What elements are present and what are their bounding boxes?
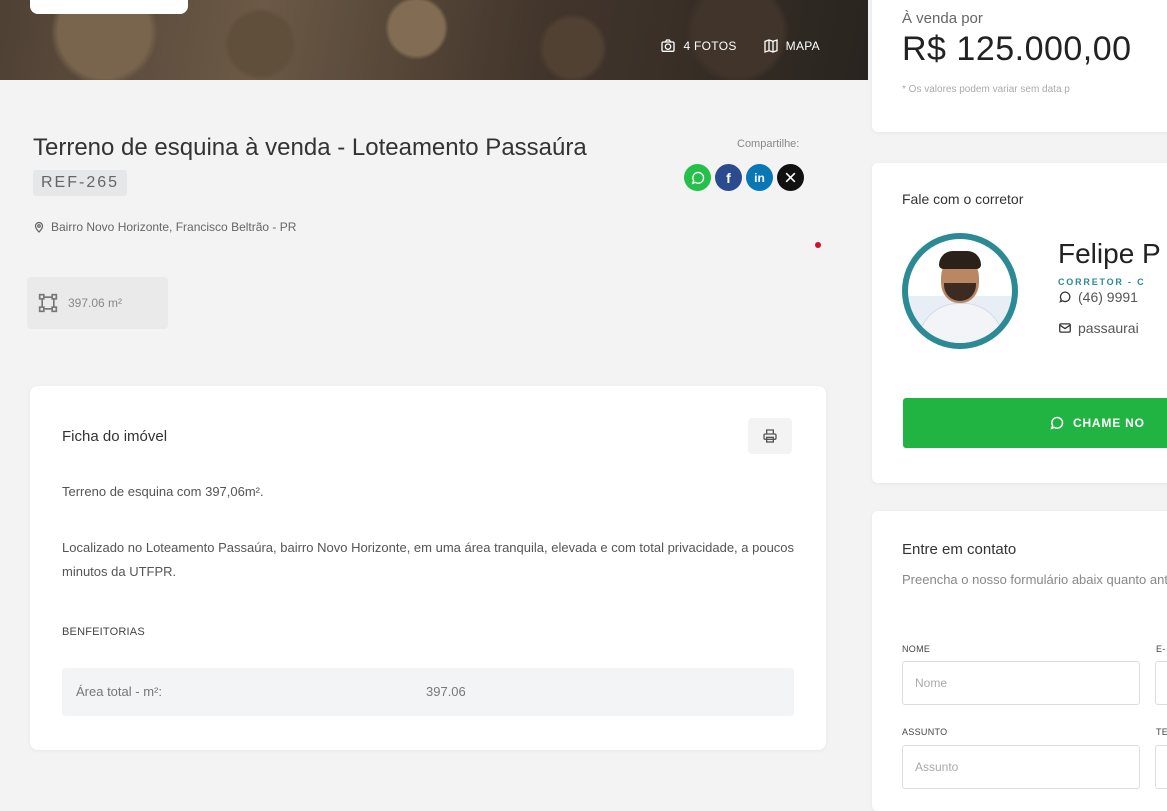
name-label: NOME xyxy=(902,644,931,654)
photos-button[interactable]: 4 FOTOS xyxy=(660,38,736,54)
map-button[interactable]: MAPA xyxy=(763,38,820,54)
feature-row: Área total - m²: 397.06 xyxy=(62,668,794,716)
property-sheet: Ficha do imóvel Terreno de esquina com 3… xyxy=(30,386,826,750)
area-icon xyxy=(38,293,58,313)
whatsapp-share-button[interactable] xyxy=(684,164,711,191)
x-icon xyxy=(785,172,796,183)
contact-form-card: Entre em contato Preencha o nosso formul… xyxy=(872,511,1167,811)
print-button[interactable] xyxy=(748,418,792,454)
cta-label: CHAME NO xyxy=(1073,416,1145,430)
photo-shirt xyxy=(918,303,1004,343)
agent-role: CORRETOR - C xyxy=(1058,277,1146,287)
agent-photo xyxy=(908,239,1012,343)
description-paragraph: Localizado no Loteamento Passaúra, bairr… xyxy=(62,540,795,579)
ref-badge: REF-265 xyxy=(33,170,128,196)
name-input[interactable] xyxy=(902,661,1140,705)
area-feature: 397.06 m² xyxy=(27,277,168,329)
envelope-icon xyxy=(1059,323,1071,333)
share-label: Compartilhe: xyxy=(737,138,800,150)
linkedin-share-button[interactable]: in xyxy=(746,164,773,191)
feature-label: Área total - m²: xyxy=(76,684,162,699)
email-input[interactable] xyxy=(1155,661,1167,705)
subject-input[interactable] xyxy=(902,745,1140,789)
form-title: Entre em contato xyxy=(902,541,1017,558)
agent-email-text: passaurai xyxy=(1078,320,1139,336)
description-paragraph: Terreno de esquina com 397,06m². xyxy=(62,484,264,499)
status-dot xyxy=(815,242,821,248)
area-value: 397.06 m² xyxy=(68,296,123,310)
linkedin-icon: in xyxy=(754,170,765,185)
whatsapp-icon xyxy=(1059,291,1071,303)
camera-icon xyxy=(661,39,676,52)
location: Bairro Novo Horizonte, Francisco Beltrão… xyxy=(33,220,296,234)
whatsapp-icon xyxy=(1050,416,1064,430)
photo-hair xyxy=(939,251,981,269)
feature-value: 397.06 xyxy=(426,684,466,699)
map-label: MAPA xyxy=(785,39,820,53)
printer-icon xyxy=(763,429,777,443)
avatar xyxy=(902,233,1018,349)
phone-input[interactable] xyxy=(1155,745,1167,789)
hero-image[interactable]: 4 FOTOS MAPA xyxy=(0,0,868,80)
agent-phone-text: (46) 9991 xyxy=(1078,289,1138,305)
facebook-icon: f xyxy=(726,169,731,186)
form-description: Preencha o nosso formulário abaix quanto… xyxy=(902,572,1167,587)
agent-email[interactable]: passaurai xyxy=(1058,320,1139,336)
whatsapp-cta-button[interactable]: CHAME NO xyxy=(903,398,1167,448)
price-label: À venda por xyxy=(902,10,983,27)
price-value: R$ 125.000,00 xyxy=(902,30,1132,68)
agent-section-title: Fale com o corretor xyxy=(902,191,1024,207)
listing-title: Terreno de esquina à venda - Loteamento … xyxy=(33,134,587,161)
price-card: À venda por R$ 125.000,00 * Os valores p… xyxy=(872,0,1167,132)
benfeitorias-heading: BENFEITORIAS xyxy=(62,626,145,638)
map-icon xyxy=(764,39,778,53)
location-text: Bairro Novo Horizonte, Francisco Beltrão… xyxy=(51,220,297,234)
hero-top-tab xyxy=(30,0,188,14)
property-sheet-title: Ficha do imóvel xyxy=(62,428,168,445)
agent-card: Fale com o corretor Felipe P CORRETOR - … xyxy=(872,163,1167,483)
agent-name: Felipe P xyxy=(1058,238,1161,269)
map-pin-icon xyxy=(34,221,44,233)
email-label: E- xyxy=(1156,644,1166,654)
agent-phone[interactable]: (46) 9991 xyxy=(1058,289,1138,305)
whatsapp-icon xyxy=(691,171,704,184)
listing-main: Terreno de esquina à venda - Loteamento … xyxy=(0,80,868,776)
hero-actions: 4 FOTOS MAPA xyxy=(660,38,820,54)
sidebar: À venda por R$ 125.000,00 * Os valores p… xyxy=(868,0,1167,811)
x-share-button[interactable] xyxy=(777,164,804,191)
phone-label: TE xyxy=(1156,727,1167,737)
share-buttons: f in xyxy=(684,164,804,191)
subject-label: ASSUNTO xyxy=(902,727,948,737)
photos-label: 4 FOTOS xyxy=(683,39,737,53)
facebook-share-button[interactable]: f xyxy=(715,164,742,191)
price-note: * Os valores podem variar sem data p xyxy=(902,84,1070,95)
